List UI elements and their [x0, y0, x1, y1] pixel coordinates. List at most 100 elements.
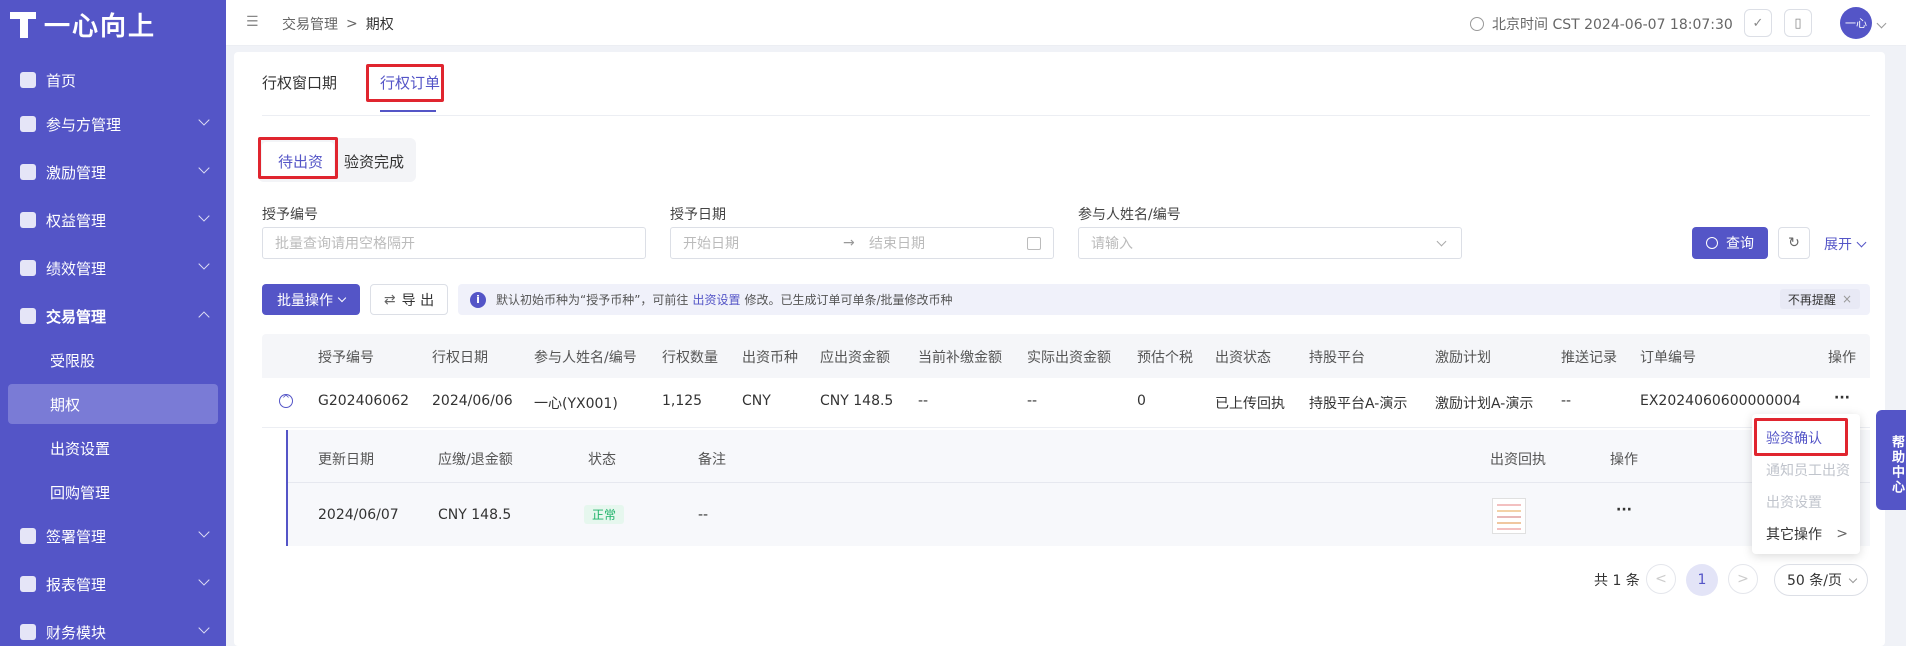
sidebar-item-options[interactable]: 期权	[8, 384, 218, 424]
server-time: 北京时间 CST 2024-06-07 18:07:30	[1470, 14, 1733, 34]
page-size-select[interactable]: 50 条/页	[1774, 564, 1868, 596]
cell-supplement: --	[918, 393, 929, 409]
incentive-icon	[20, 164, 36, 180]
brand-name: 一心向上	[44, 11, 157, 42]
sidebar-item-trade[interactable]: 交易管理	[0, 294, 226, 338]
cell-tax: 0	[1137, 393, 1146, 409]
document-icon[interactable]: ▯	[1784, 9, 1812, 37]
breadcrumb-trade[interactable]: 交易管理	[282, 14, 338, 34]
sidebar-item-buyback[interactable]: 回购管理	[0, 470, 226, 514]
sign-icon	[20, 528, 36, 544]
chevron-down-icon	[198, 258, 210, 270]
users-icon	[20, 116, 36, 132]
chevron-right-icon: >	[1836, 526, 1848, 542]
tab-active-indicator	[380, 110, 436, 112]
tab-divider	[262, 115, 1870, 116]
cell-order-no: EX2024060600000004	[1640, 393, 1801, 409]
end-date-input[interactable]: 结束日期	[869, 233, 925, 253]
sidebar-item-equity[interactable]: 权益管理	[0, 198, 226, 242]
subcell-amount: CNY 148.5	[438, 507, 512, 523]
top-header: ☰ 交易管理 > 期权 北京时间 CST 2024-06-07 18:07:30…	[226, 0, 1906, 46]
close-icon: ×	[1841, 292, 1852, 306]
start-date-input[interactable]: 开始日期	[683, 233, 739, 253]
chevron-up-icon	[198, 311, 210, 323]
expand-filters-button[interactable]: 展开	[1824, 234, 1867, 254]
cell-quantity: 1,125	[662, 393, 703, 409]
export-icon: ⇄	[383, 291, 396, 308]
cell-amount-due: CNY 148.5	[820, 393, 894, 409]
sidebar-item-performance[interactable]: 绩效管理	[0, 246, 226, 290]
sidebar-item-finance[interactable]: 财务模块	[0, 610, 226, 646]
batch-operations-button[interactable]: 批量操作	[262, 284, 360, 315]
col-participant: 参与人姓名/编号	[534, 350, 637, 366]
col-push-log: 推送记录	[1561, 350, 1617, 366]
sidebar-item-report[interactable]: 报表管理	[0, 562, 226, 606]
dismiss-notice-button[interactable]: 不再提醒 ×	[1779, 289, 1860, 309]
row-more-actions-icon[interactable]: ···	[1834, 390, 1850, 406]
subcol-actions: 操作	[1610, 452, 1638, 468]
chevron-down-icon	[198, 574, 210, 586]
grant-no-input[interactable]: 批量查询请用空格隔开	[262, 227, 646, 259]
clock-icon	[1470, 17, 1484, 31]
info-icon: i	[470, 291, 486, 308]
subrow-more-actions-icon[interactable]: ···	[1616, 502, 1632, 518]
user-menu[interactable]: 一心	[1840, 7, 1887, 39]
sidebar: 一心向上 首页 参与方管理 激励管理 权益管理 绩效管理 交易管理 受限股 期权…	[0, 0, 226, 646]
notice-banner: i 默认初始币种为“授予币种”，可前往 出资设置 修改。已生成订单可单条/批量修…	[458, 284, 1870, 315]
col-order-no: 订单编号	[1640, 350, 1696, 366]
sidebar-item-incentive[interactable]: 激励管理	[0, 150, 226, 194]
task-icon[interactable]: ✓	[1744, 9, 1772, 37]
export-button[interactable]: ⇄ 导 出	[370, 284, 448, 315]
avatar: 一心	[1840, 7, 1872, 39]
next-page-button[interactable]: >	[1728, 564, 1758, 594]
chevron-down-icon	[1856, 237, 1867, 247]
col-quantity: 行权数量	[662, 350, 718, 366]
collapse-menu-icon[interactable]: ☰	[246, 14, 262, 30]
cell-exercise-date: 2024/06/06	[432, 393, 513, 409]
help-center-button[interactable]: 帮助中心	[1876, 410, 1906, 510]
grant-date-range-picker[interactable]: 开始日期 → 结束日期	[670, 227, 1054, 259]
chevron-down-icon	[1848, 574, 1858, 583]
col-grant-no: 授予编号	[318, 350, 374, 366]
cell-actual-amount: --	[1027, 393, 1038, 409]
pagination-total: 共 1 条	[1594, 573, 1640, 589]
query-button[interactable]: 查询	[1692, 227, 1768, 259]
breadcrumb-current: 期权	[365, 17, 394, 33]
breadcrumb: 交易管理 > 期权	[282, 14, 394, 34]
col-platform: 持股平台	[1309, 350, 1365, 366]
menu-other-actions[interactable]: 其它操作 >	[1766, 524, 1848, 544]
collapse-row-icon[interactable]: ^	[279, 394, 293, 408]
cell-participant: 一心(YX001)	[534, 396, 618, 412]
breadcrumb-separator: >	[346, 16, 358, 32]
sidebar-item-restricted-stock[interactable]: 受限股	[0, 338, 226, 382]
page-1-button[interactable]: 1	[1686, 564, 1718, 596]
receipt-thumbnail[interactable]	[1492, 498, 1526, 534]
prev-page-button[interactable]: <	[1646, 564, 1676, 594]
cell-grant-no: G202406062	[318, 393, 410, 409]
chevron-down-icon	[198, 162, 210, 174]
col-plan: 激励计划	[1435, 350, 1491, 366]
sidebar-item-home[interactable]: 首页	[0, 58, 226, 102]
tab-exercise-window[interactable]: 行权窗口期	[262, 72, 337, 93]
reset-button[interactable]: ↻	[1778, 227, 1810, 259]
subcol-status: 状态	[588, 452, 616, 468]
expanded-subtable	[286, 430, 1870, 546]
calendar-icon	[1027, 236, 1041, 250]
participant-select[interactable]: 请输入	[1078, 227, 1462, 259]
subtab-verified[interactable]: 验资完成	[344, 151, 404, 172]
col-currency: 出资币种	[742, 350, 798, 366]
chevron-down-icon	[1876, 18, 1887, 28]
subcol-amount: 应缴/退金额	[438, 452, 513, 468]
menu-funding-settings[interactable]: 出资设置	[1766, 492, 1822, 512]
menu-notify-employee[interactable]: 通知员工出资	[1766, 460, 1850, 480]
grant-date-label: 授予日期	[670, 207, 726, 223]
col-funding-status: 出资状态	[1215, 350, 1271, 366]
refresh-icon: ↻	[1788, 235, 1800, 251]
sidebar-item-funding-settings[interactable]: 出资设置	[0, 426, 226, 470]
subcol-remark: 备注	[698, 452, 726, 468]
sidebar-item-sign[interactable]: 签署管理	[0, 514, 226, 558]
funding-settings-link[interactable]: 出资设置	[692, 291, 740, 308]
cell-funding-status: 已上传回执	[1215, 396, 1285, 412]
sidebar-item-participants[interactable]: 参与方管理	[0, 102, 226, 146]
equity-icon	[20, 212, 36, 228]
